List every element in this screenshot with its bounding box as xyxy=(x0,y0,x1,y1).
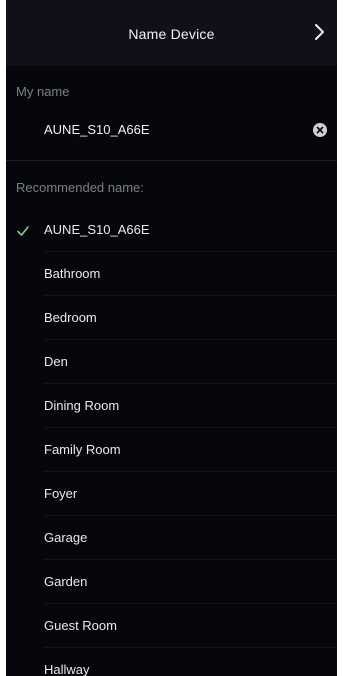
my-name-field-row xyxy=(6,108,337,152)
list-item[interactable]: Hallway xyxy=(6,648,337,676)
list-item[interactable]: Dining Room xyxy=(6,384,337,428)
list-item[interactable]: Bedroom xyxy=(6,296,337,340)
list-item-label: Foyer xyxy=(44,486,78,501)
divider xyxy=(6,160,337,161)
list-item-label: Garage xyxy=(44,530,88,545)
list-item-label: Den xyxy=(44,354,68,369)
list-item-label: AUNE_S10_A66E xyxy=(44,222,150,237)
list-item-label: Hallway xyxy=(44,662,90,676)
page-title: Name Device xyxy=(128,26,215,42)
my-name-label: My name xyxy=(16,84,70,99)
list-item[interactable]: Garden xyxy=(6,560,337,604)
list-item-label: Dining Room xyxy=(44,398,120,413)
recommended-name-list: AUNE_S10_A66E Bathroom Bedroom Den Dinin… xyxy=(6,208,337,676)
chevron-right-icon[interactable] xyxy=(307,20,331,44)
list-item[interactable]: Foyer xyxy=(6,472,337,516)
header-bar: Name Device xyxy=(6,0,337,66)
clear-circle-icon[interactable] xyxy=(313,123,327,137)
list-item[interactable]: Guest Room xyxy=(6,604,337,648)
device-name-input[interactable] xyxy=(44,108,294,152)
list-item-label: Family Room xyxy=(44,442,121,457)
recommended-name-label: Recommended name: xyxy=(16,180,144,195)
list-item-label: Garden xyxy=(44,574,88,589)
list-item-label: Bathroom xyxy=(44,266,101,281)
list-item[interactable]: Family Room xyxy=(6,428,337,472)
checkmark-icon xyxy=(17,224,29,236)
list-item[interactable]: AUNE_S10_A66E xyxy=(6,208,337,252)
list-item[interactable]: Den xyxy=(6,340,337,384)
list-item[interactable]: Garage xyxy=(6,516,337,560)
list-item[interactable]: Bathroom xyxy=(6,252,337,296)
name-device-screen: Name Device My name Recommended name: AU… xyxy=(6,0,337,676)
list-item-label: Guest Room xyxy=(44,618,117,633)
list-item-label: Bedroom xyxy=(44,310,97,325)
